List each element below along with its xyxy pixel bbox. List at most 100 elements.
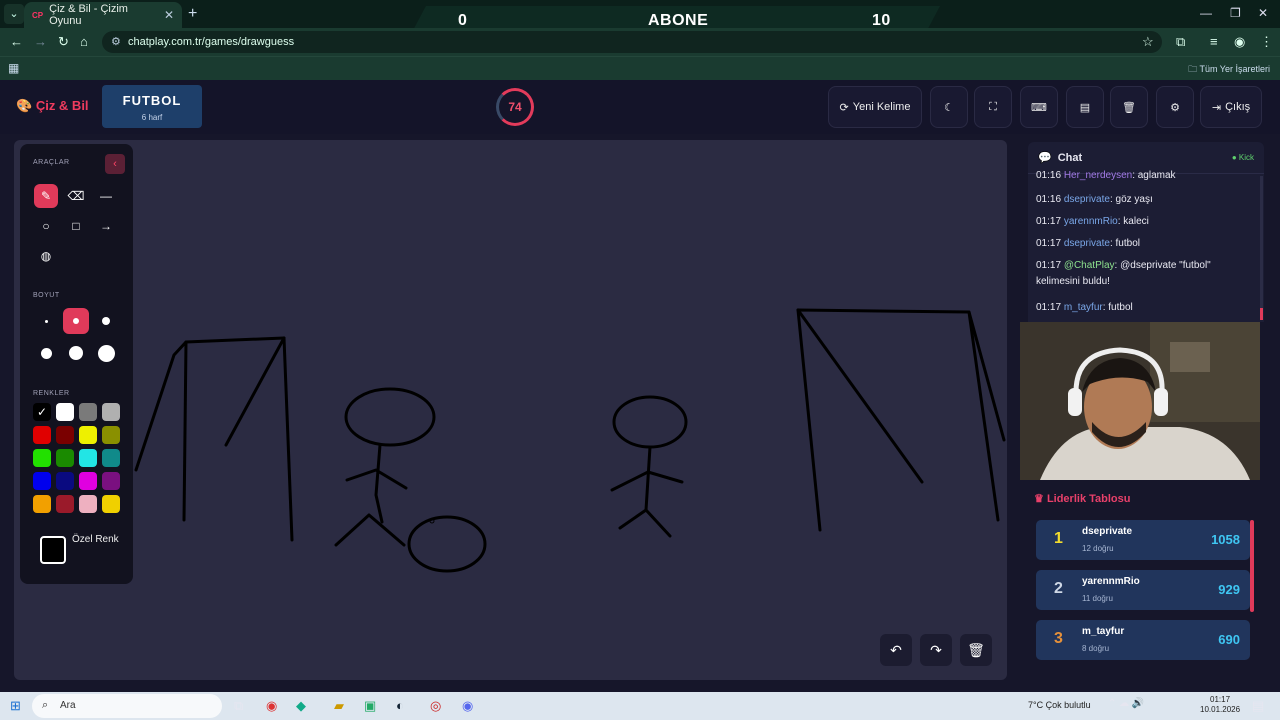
size-m-button[interactable] <box>93 308 119 334</box>
color-swatch[interactable]: ✓ <box>33 403 51 421</box>
chat-username[interactable]: dseprivate <box>1064 238 1110 249</box>
system-tray-icons[interactable]: ⌃ ☁ 🔊 <box>1108 698 1144 709</box>
media-icon[interactable]: ≡ <box>1210 34 1218 49</box>
fullscreen-button[interactable]: ⛶ <box>974 86 1012 128</box>
size-xs-button[interactable] <box>33 308 59 334</box>
apps-grid-icon[interactable]: ▦ <box>8 61 19 75</box>
leaderboard-row: 3 m_tayfur 8 doğru 690 <box>1036 620 1250 660</box>
close-tab-icon[interactable]: ✕ <box>164 8 174 22</box>
brush-tool[interactable]: ✎ <box>34 184 58 208</box>
exit-button[interactable]: ⇥ Çıkış <box>1200 86 1262 128</box>
steam-icon[interactable]: ◐ <box>396 698 404 713</box>
browser-tab[interactable]: CP Çiz & Bil - Çizim Oyunu ✕ <box>24 2 182 28</box>
color-swatch[interactable] <box>79 403 97 421</box>
forward-icon[interactable]: → <box>34 34 47 49</box>
color-swatch[interactable] <box>33 472 51 490</box>
chat-username[interactable]: dseprivate <box>1064 194 1110 205</box>
word-card: FUTBOL 6 harf <box>102 85 202 128</box>
discord-icon[interactable]: ◉ <box>462 698 473 714</box>
minimize-icon[interactable]: — <box>1200 6 1212 20</box>
color-swatch[interactable] <box>102 472 120 490</box>
color-swatch[interactable] <box>102 426 120 444</box>
clear-canvas-button[interactable]: 🗑 <box>960 634 992 666</box>
back-icon[interactable]: ← <box>10 34 23 49</box>
address-bar[interactable]: ⚙ chatplay.com.tr/games/drawguess <box>102 31 1162 53</box>
color-swatch[interactable] <box>33 426 51 444</box>
store-icon[interactable]: ▣ <box>364 698 376 714</box>
color-swatch[interactable] <box>33 449 51 467</box>
color-swatch[interactable] <box>56 403 74 421</box>
eraser-tool[interactable]: ⌫ <box>64 184 88 208</box>
archive-button[interactable]: ▤ <box>1066 86 1104 128</box>
chat-scrollbar[interactable] <box>1260 176 1263 320</box>
chat-username[interactable]: @ChatPlay <box>1064 260 1115 271</box>
windows-start-icon[interactable]: ⊞ <box>10 698 21 714</box>
rectangle-tool[interactable]: □ <box>64 214 88 238</box>
rank: 3 <box>1054 630 1063 647</box>
player-name: dseprivate <box>1082 526 1133 537</box>
obs-icon[interactable]: ◎ <box>430 698 441 714</box>
menu-icon[interactable]: ⋮ <box>1260 34 1273 50</box>
arrow-tool[interactable]: → <box>94 214 118 238</box>
close-window-icon[interactable]: ✕ <box>1258 6 1268 20</box>
color-swatch[interactable] <box>56 426 74 444</box>
color-swatch[interactable] <box>79 426 97 444</box>
chat-username[interactable]: m_tayfur <box>1064 302 1103 313</box>
undo-button[interactable]: ↶ <box>880 634 912 666</box>
custom-color-button[interactable]: Özel Renk <box>34 532 120 572</box>
all-bookmarks[interactable]: 🗀 Tüm Yer İşaretleri <box>1188 62 1270 78</box>
brush-icon: ✎ <box>40 189 52 203</box>
dark-mode-button[interactable]: ☾ <box>930 86 968 128</box>
drawing-strokes <box>134 308 1006 573</box>
settings-button[interactable]: ⚙ <box>1156 86 1194 128</box>
size-xxl-button[interactable] <box>93 340 119 366</box>
new-word-button[interactable]: ⟳ Yeni Kelime <box>828 86 922 128</box>
chat-username[interactable]: yarennmRio <box>1064 216 1118 227</box>
chat-username[interactable]: Her_nerdeysen <box>1064 170 1132 181</box>
profile-avatar[interactable]: ◉ <box>1234 34 1245 50</box>
redo-button[interactable]: ↷ <box>920 634 952 666</box>
bookmark-star-icon[interactable]: ☆ <box>1142 34 1154 50</box>
paint-bucket-icon: ◍ <box>40 249 52 263</box>
keyboard-button[interactable]: ⌨ <box>1020 86 1058 128</box>
site-favicon: CP <box>32 10 44 20</box>
fill-tool[interactable]: ◍ <box>34 244 58 268</box>
drawing-canvas[interactable]: ↶ ↷ 🗑 <box>14 140 1007 680</box>
tab-search-button[interactable]: ⌄ <box>4 4 24 24</box>
color-swatch[interactable] <box>33 495 51 513</box>
collapse-panel-button[interactable]: ‹ <box>105 154 125 174</box>
size-l-button[interactable] <box>33 340 59 366</box>
color-swatch[interactable] <box>79 472 97 490</box>
weather-widget[interactable]: 7°C Çok bulutlu <box>1028 700 1091 710</box>
color-swatch[interactable] <box>56 449 74 467</box>
color-swatch[interactable] <box>102 495 120 513</box>
color-swatch[interactable] <box>102 449 120 467</box>
color-swatch[interactable] <box>102 403 120 421</box>
chrome-icon[interactable]: ◉ <box>266 698 277 714</box>
chat-message: 01:16 Her_nerdeysen: aglamak <box>1036 170 1176 181</box>
circle-tool[interactable]: ○ <box>34 214 58 238</box>
color-swatch[interactable] <box>56 472 74 490</box>
taskbar-clock[interactable]: 01:17 10.01.2026 <box>1200 695 1240 715</box>
size-xl-button[interactable] <box>63 340 89 366</box>
explorer-icon[interactable]: ▰ <box>334 698 344 714</box>
taskbar-search[interactable]: ⌕ Ara <box>32 694 222 718</box>
reload-icon[interactable]: ↻ <box>58 34 69 50</box>
restore-icon[interactable]: ❐ <box>1230 6 1241 20</box>
circle-icon: ○ <box>42 219 50 233</box>
color-swatch[interactable] <box>79 495 97 513</box>
home-icon[interactable]: ⌂ <box>80 34 88 49</box>
app-icon[interactable]: ◆ <box>296 698 306 714</box>
extensions-icon[interactable]: ⧉ <box>1176 34 1185 50</box>
site-info-icon[interactable]: ⚙ <box>111 35 121 48</box>
size-s-button[interactable] <box>63 308 89 334</box>
clear-button[interactable]: 🗑 <box>1110 86 1148 128</box>
color-swatch[interactable] <box>79 449 97 467</box>
leaderboard-scrollbar[interactable] <box>1250 520 1254 612</box>
color-swatch[interactable] <box>56 495 74 513</box>
line-tool[interactable]: — <box>94 184 118 208</box>
new-tab-button[interactable]: + <box>188 6 197 22</box>
notifications-icon[interactable]: ▤ <box>1252 698 1264 714</box>
square-icon: □ <box>72 219 80 233</box>
task-view-icon[interactable]: ⧉ <box>234 698 243 714</box>
